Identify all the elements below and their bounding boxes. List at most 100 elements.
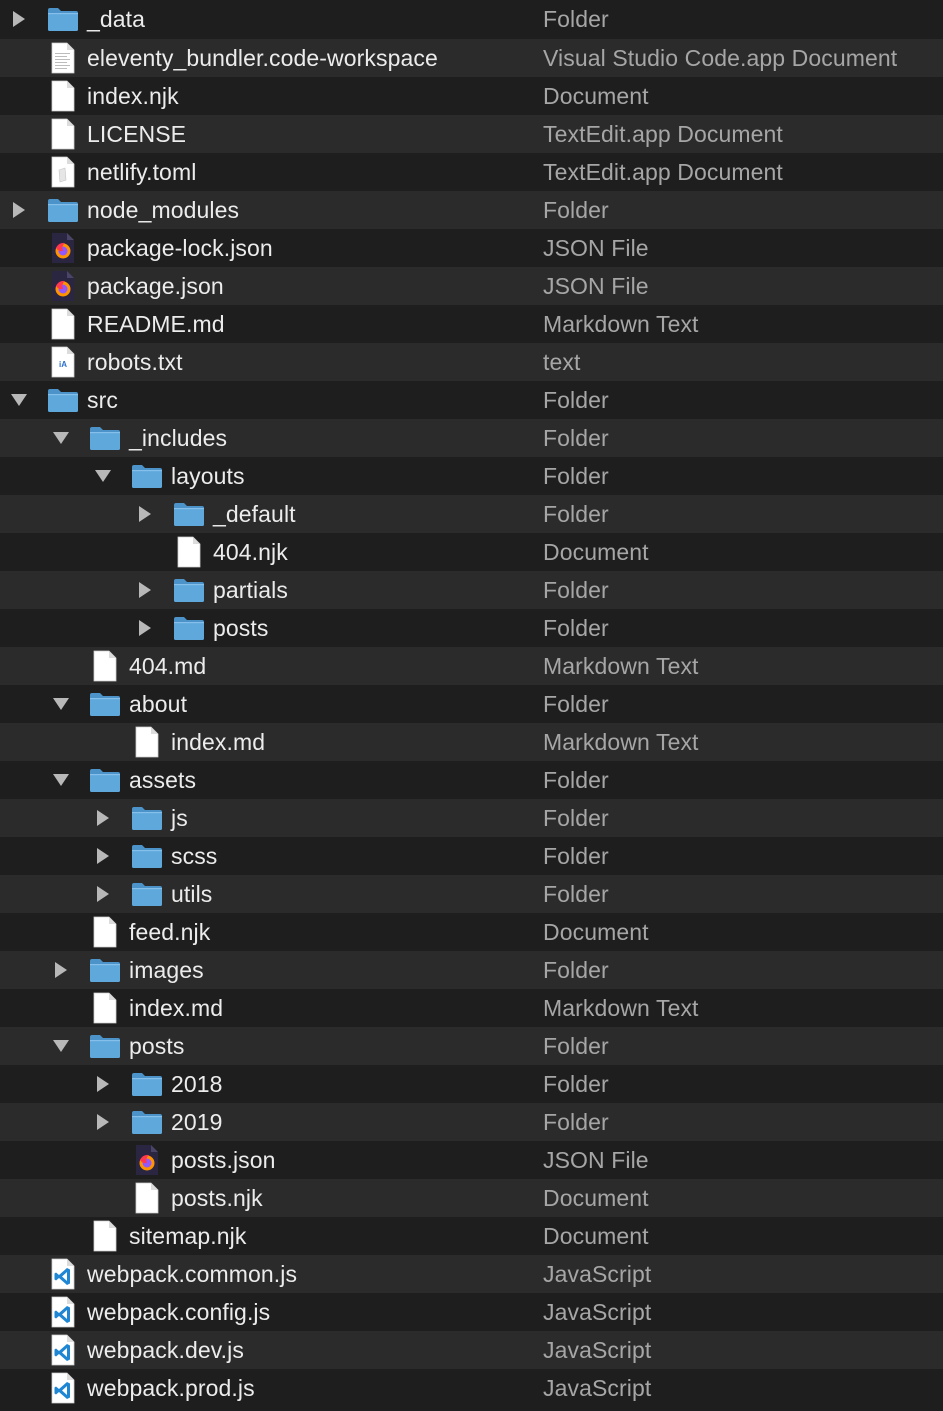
file-row[interactable]: webpack.dev.js JavaScript <box>0 1331 943 1369</box>
file-row[interactable]: LICENSE TextEdit.app Document <box>0 115 943 153</box>
file-row[interactable]: webpack.prod.js JavaScript <box>0 1369 943 1407</box>
document-icon <box>92 913 118 951</box>
document-icon <box>134 723 160 761</box>
disclosure-collapsed-icon[interactable] <box>93 1103 113 1141</box>
document-icon <box>50 77 76 115</box>
file-row[interactable]: package-lock.json JSON File <box>0 229 943 267</box>
disclosure-collapsed-icon[interactable] <box>135 495 155 533</box>
file-row[interactable]: posts.njk Document <box>0 1179 943 1217</box>
file-kind: Folder <box>543 767 609 793</box>
file-row[interactable]: 404.njk Document <box>0 533 943 571</box>
disclosure-collapsed-icon[interactable] <box>9 191 29 229</box>
file-kind: Markdown Text <box>543 729 699 755</box>
file-row[interactable]: eleventy_bundler.code-workspace Visual S… <box>0 39 943 77</box>
file-name: 2018 <box>171 1071 223 1097</box>
file-kind: Document <box>543 919 649 945</box>
file-row[interactable]: layouts Folder <box>0 457 943 495</box>
file-row[interactable]: assets Folder <box>0 761 943 799</box>
file-row[interactable]: README.md Markdown Text <box>0 305 943 343</box>
file-kind: JSON File <box>543 1147 649 1173</box>
file-kind: JavaScript <box>543 1299 652 1325</box>
disclosure-expanded-icon[interactable] <box>51 1027 71 1065</box>
disclosure-collapsed-icon[interactable] <box>51 951 71 989</box>
file-name: src <box>87 387 118 413</box>
vscode-js-icon <box>50 1331 76 1369</box>
file-row[interactable]: posts Folder <box>0 609 943 647</box>
folder-icon <box>130 875 164 913</box>
firefox-json-icon <box>50 229 76 267</box>
disclosure-collapsed-icon[interactable] <box>135 571 155 609</box>
file-row[interactable]: scss Folder <box>0 837 943 875</box>
document-icon <box>92 989 118 1027</box>
document-icon <box>92 1217 118 1255</box>
file-row[interactable]: about Folder <box>0 685 943 723</box>
file-kind: Document <box>543 83 649 109</box>
file-row[interactable]: 404.md Markdown Text <box>0 647 943 685</box>
file-row[interactable]: iA robots.txt text <box>0 343 943 381</box>
disclosure-collapsed-icon[interactable] <box>9 0 29 38</box>
file-row[interactable]: netlify.toml TextEdit.app Document <box>0 153 943 191</box>
file-name: index.md <box>129 995 224 1021</box>
disclosure-collapsed-icon[interactable] <box>93 837 113 875</box>
folder-icon <box>88 951 122 989</box>
file-name: package.json <box>87 273 224 299</box>
ia-writer-text-icon: iA <box>50 343 76 381</box>
file-row[interactable]: _default Folder <box>0 495 943 533</box>
file-row[interactable]: package.json JSON File <box>0 267 943 305</box>
file-kind: Markdown Text <box>543 653 699 679</box>
folder-icon <box>130 1103 164 1141</box>
file-name: sitemap.njk <box>129 1223 247 1249</box>
file-row[interactable]: index.md Markdown Text <box>0 723 943 761</box>
disclosure-collapsed-icon[interactable] <box>135 609 155 647</box>
file-row[interactable]: images Folder <box>0 951 943 989</box>
disclosure-collapsed-icon[interactable] <box>93 799 113 837</box>
file-name: _includes <box>129 425 228 451</box>
file-row[interactable]: utils Folder <box>0 875 943 913</box>
document-icon <box>134 1179 160 1217</box>
file-row[interactable]: 2019 Folder <box>0 1103 943 1141</box>
file-row[interactable]: _data Folder <box>0 0 943 39</box>
file-row[interactable]: index.njk Document <box>0 77 943 115</box>
file-row[interactable]: js Folder <box>0 799 943 837</box>
disclosure-expanded-icon[interactable] <box>9 381 29 419</box>
folder-icon <box>130 457 164 495</box>
file-name: webpack.config.js <box>87 1299 271 1325</box>
file-row[interactable]: posts Folder <box>0 1027 943 1065</box>
file-kind: Folder <box>543 691 609 717</box>
firefox-json-icon <box>50 267 76 305</box>
file-name: about <box>129 691 188 717</box>
file-row[interactable]: feed.njk Document <box>0 913 943 951</box>
file-kind: Folder <box>543 463 609 489</box>
file-row[interactable]: node_modules Folder <box>0 191 943 229</box>
file-row[interactable]: _includes Folder <box>0 419 943 457</box>
file-row[interactable]: partials Folder <box>0 571 943 609</box>
vscode-js-icon <box>50 1369 76 1407</box>
svg-text:iA: iA <box>59 360 67 369</box>
file-row[interactable]: posts.json JSON File <box>0 1141 943 1179</box>
disclosure-expanded-icon[interactable] <box>51 685 71 723</box>
folder-icon <box>172 571 206 609</box>
vscode-js-icon <box>50 1255 76 1293</box>
disclosure-expanded-icon[interactable] <box>51 761 71 799</box>
folder-icon <box>172 495 206 533</box>
file-row[interactable]: sitemap.njk Document <box>0 1217 943 1255</box>
file-kind: Folder <box>543 425 609 451</box>
disclosure-expanded-icon[interactable] <box>51 419 71 457</box>
text-document-icon <box>50 39 76 77</box>
document-icon <box>50 115 76 153</box>
file-row[interactable]: 2018 Folder <box>0 1065 943 1103</box>
disclosure-collapsed-icon[interactable] <box>93 875 113 913</box>
file-name: package-lock.json <box>87 235 273 261</box>
file-row[interactable]: webpack.config.js JavaScript <box>0 1293 943 1331</box>
firefox-json-icon <box>134 1141 160 1179</box>
document-icon <box>50 305 76 343</box>
disclosure-collapsed-icon[interactable] <box>93 1065 113 1103</box>
file-row[interactable]: src Folder <box>0 381 943 419</box>
file-name: 404.md <box>129 653 207 679</box>
file-kind: text <box>543 349 581 375</box>
disclosure-expanded-icon[interactable] <box>93 457 113 495</box>
file-row[interactable]: webpack.common.js JavaScript <box>0 1255 943 1293</box>
finder-file-list: _data Folder eleventy_bundler.code-works… <box>0 0 943 1407</box>
file-row[interactable]: index.md Markdown Text <box>0 989 943 1027</box>
file-name: webpack.prod.js <box>87 1375 255 1401</box>
